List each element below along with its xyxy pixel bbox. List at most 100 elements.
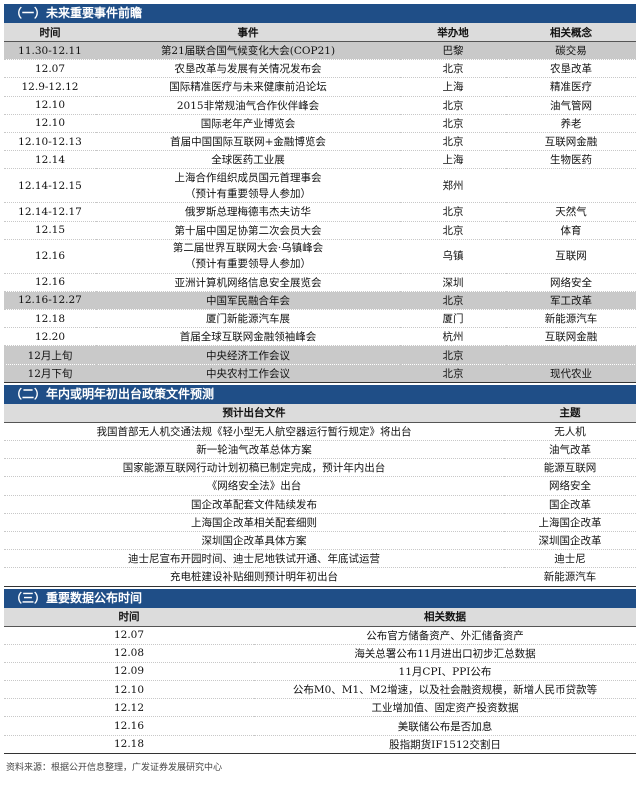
event-concept: 互联网 (506, 239, 636, 274)
event-name: 第二届世界互联网大会·乌镇峰会 （预计有重要领导人参加） (96, 239, 400, 274)
policy-topic: 网络安全 (504, 476, 636, 496)
policy-row: 新一轮油气改革总体方案 油气改革 (4, 440, 636, 460)
event-place: 上海 (400, 77, 506, 97)
event-name: 上海合作组织成员国元首理事会 （预计有重要领导人参加） (96, 168, 400, 204)
events-row: 12.14-12.15 上海合作组织成员国元首理事会 （预计有重要领导人参加） 郑州 (4, 168, 636, 204)
event-time: 12.15 (4, 221, 96, 240)
event-time: 12.14 (4, 150, 96, 170)
policy-topic: 国企改革 (504, 495, 636, 514)
policy-row: 充电桩建设补贴细则预计明年初出台 新能源汽车 (4, 567, 636, 587)
policy-doc: 国家能源互联网行动计划初稿已制定完成，预计年内出台 (4, 458, 504, 478)
events-header-place: 举办地 (400, 23, 506, 42)
events-header-event: 事件 (96, 23, 400, 42)
policy-topic: 无人机 (504, 422, 636, 442)
event-concept: 碳交易 (506, 41, 636, 61)
event-place: 乌镇 (400, 239, 506, 274)
event-concept: 体育 (506, 221, 636, 240)
policy-row: 《网络安全法》出台 网络安全 (4, 476, 636, 496)
event-concept: 新能源汽车 (506, 309, 636, 329)
event-place: 北京 (400, 132, 506, 152)
events-body: 11.30-12.11 第21届联合国气候变化大会(COP21) 巴黎 碳交易 12.0… (4, 41, 636, 383)
event-name: 第21届联合国气候变化大会(COP21) (96, 41, 400, 61)
event-name: 全球医药工业展 (96, 150, 400, 170)
policy-doc: 上海国企改革相关配套细则 (4, 513, 504, 532)
event-time: 12.07 (4, 59, 96, 79)
policy-row: 深圳国企改革具体方案 深圳国企改革 (4, 531, 636, 551)
event-name: 2015非常规油气合作伙伴峰会 (96, 96, 400, 115)
event-place: 巴黎 (400, 41, 506, 61)
data-item: 公布官方储备资产、外汇储备资产 (254, 626, 636, 645)
policy-topic: 深圳国企改革 (504, 531, 636, 551)
policy-row: 上海国企改革相关配套细则 上海国企改革 (4, 513, 636, 532)
data-time: 12.10 (4, 680, 254, 700)
event-name-line1: 第二届世界互联网大会·乌镇峰会 (172, 242, 324, 255)
data-row: 12.12 工业增加值、固定资产投资数据 (4, 698, 636, 718)
events-row: 12.16-12.27 中国军民融合年会 北京 军工改革 (4, 291, 636, 311)
policy-body: 我国首部无人机交通法规《轻小型无人航空器运行暂行规定》将出台 无人机 新一轮油气改革… (4, 422, 636, 587)
event-name-line2: （预计有重要领导人参加） (185, 258, 311, 271)
event-name: 农垦改革与发展有关情况发布会 (96, 59, 400, 79)
event-concept (506, 168, 636, 204)
event-concept: 互联网金融 (506, 327, 636, 347)
event-place: 北京 (400, 202, 506, 222)
data-item: 11月CPI、PPI公布 (254, 662, 636, 682)
event-name: 俄罗斯总理梅德韦杰夫访华 (96, 202, 400, 222)
events-row: 12.15 第十届中国足协第二次会员大会 北京 体育 (4, 221, 636, 240)
data-item: 公布M0、M1、M2增速，以及社会融资规模，新增人民币贷款等 (254, 680, 636, 700)
events-row: 12.16 第二届世界互联网大会·乌镇峰会 （预计有重要领导人参加） 乌镇 互联网 (4, 239, 636, 274)
section3-title: （三）重要数据公布时间 (4, 588, 636, 608)
data-row: 12.10 公布M0、M1、M2增速，以及社会融资规模，新增人民币贷款等 (4, 680, 636, 700)
data-header-row: 时间 相关数据 (4, 607, 636, 627)
events-row: 12.14-12.17 俄罗斯总理梅德韦杰夫访华 北京 天然气 (4, 202, 636, 222)
events-row: 12.9-12.12 国际精准医疗与未来健康前沿论坛 上海 精准医疗 (4, 77, 636, 97)
events-row: 11.30-12.11 第21届联合国气候变化大会(COP21) 巴黎 碳交易 (4, 41, 636, 61)
event-name: 中国军民融合年会 (96, 291, 400, 311)
policy-topic: 新能源汽车 (504, 567, 636, 587)
events-row: 12.10-12.13 首届中国国际互联网+金融博览会 北京 互联网金融 (4, 132, 636, 152)
events-header-concept: 相关概念 (506, 23, 636, 42)
event-concept (506, 345, 636, 365)
policy-row: 我国首部无人机交通法规《轻小型无人航空器运行暂行规定》将出台 无人机 (4, 422, 636, 442)
event-time: 12.16 (4, 273, 96, 292)
policy-doc: 充电桩建设补贴细则预计明年初出台 (4, 567, 504, 587)
document-page: （一）未来重要事件前瞻 时间 事件 举办地 相关概念 11.30-12.11 第2… (4, 0, 636, 773)
event-time: 12.10 (4, 114, 96, 133)
data-row: 12.09 11月CPI、PPI公布 (4, 662, 636, 682)
event-place: 北京 (400, 114, 506, 133)
policy-doc: 深圳国企改革具体方案 (4, 531, 504, 551)
policy-doc: 国企改革配套文件陆续发布 (4, 495, 504, 514)
event-concept: 油气管网 (506, 96, 636, 115)
event-concept: 养老 (506, 114, 636, 133)
event-place: 北京 (400, 221, 506, 240)
events-row: 12月上旬 中央经济工作会议 北京 (4, 345, 636, 365)
event-place: 北京 (400, 291, 506, 311)
event-name: 国际老年产业博览会 (96, 114, 400, 133)
data-time: 12.08 (4, 644, 254, 663)
event-place: 北京 (400, 59, 506, 79)
data-body: 12.07 公布官方储备资产、外汇储备资产 12.08 海关总署公布11月进出口初步汇… (4, 626, 636, 754)
events-row: 12.07 农垦改革与发展有关情况发布会 北京 农垦改革 (4, 59, 636, 79)
data-item: 工业增加值、固定资产投资数据 (254, 698, 636, 718)
policy-header-doc: 预计出台文件 (4, 403, 504, 423)
data-row: 12.08 海关总署公布11月进出口初步汇总数据 (4, 644, 636, 663)
section1-title: （一）未来重要事件前瞻 (4, 4, 636, 23)
policy-topic: 上海国企改革 (504, 513, 636, 532)
event-name: 中央经济工作会议 (96, 345, 400, 365)
policy-row: 迪士尼宣布开园时间、迪士尼地铁试开通、年底试运营 迪士尼 (4, 549, 636, 569)
events-header-time: 时间 (4, 23, 96, 42)
policy-topic: 迪士尼 (504, 549, 636, 569)
event-time: 12.9-12.12 (4, 77, 96, 97)
event-name-line2: （预计有重要领导人参加） (185, 187, 311, 200)
events-row: 12.10 2015非常规油气合作伙伴峰会 北京 油气管网 (4, 96, 636, 115)
events-row: 12.16 亚洲计算机网络信息安全展览会 深圳 网络安全 (4, 273, 636, 292)
event-concept: 网络安全 (506, 273, 636, 292)
event-concept: 互联网金融 (506, 132, 636, 152)
event-time: 12月下旬 (4, 364, 96, 383)
policy-row: 国家能源互联网行动计划初稿已制定完成，预计年内出台 能源互联网 (4, 458, 636, 478)
data-item: 海关总署公布11月进出口初步汇总数据 (254, 644, 636, 663)
event-concept: 现代农业 (506, 364, 636, 383)
data-row: 12.18 股指期货IF1512交割日 (4, 735, 636, 754)
event-concept: 天然气 (506, 202, 636, 222)
event-place: 北京 (400, 345, 506, 365)
data-row: 12.07 公布官方储备资产、外汇储备资产 (4, 626, 636, 645)
